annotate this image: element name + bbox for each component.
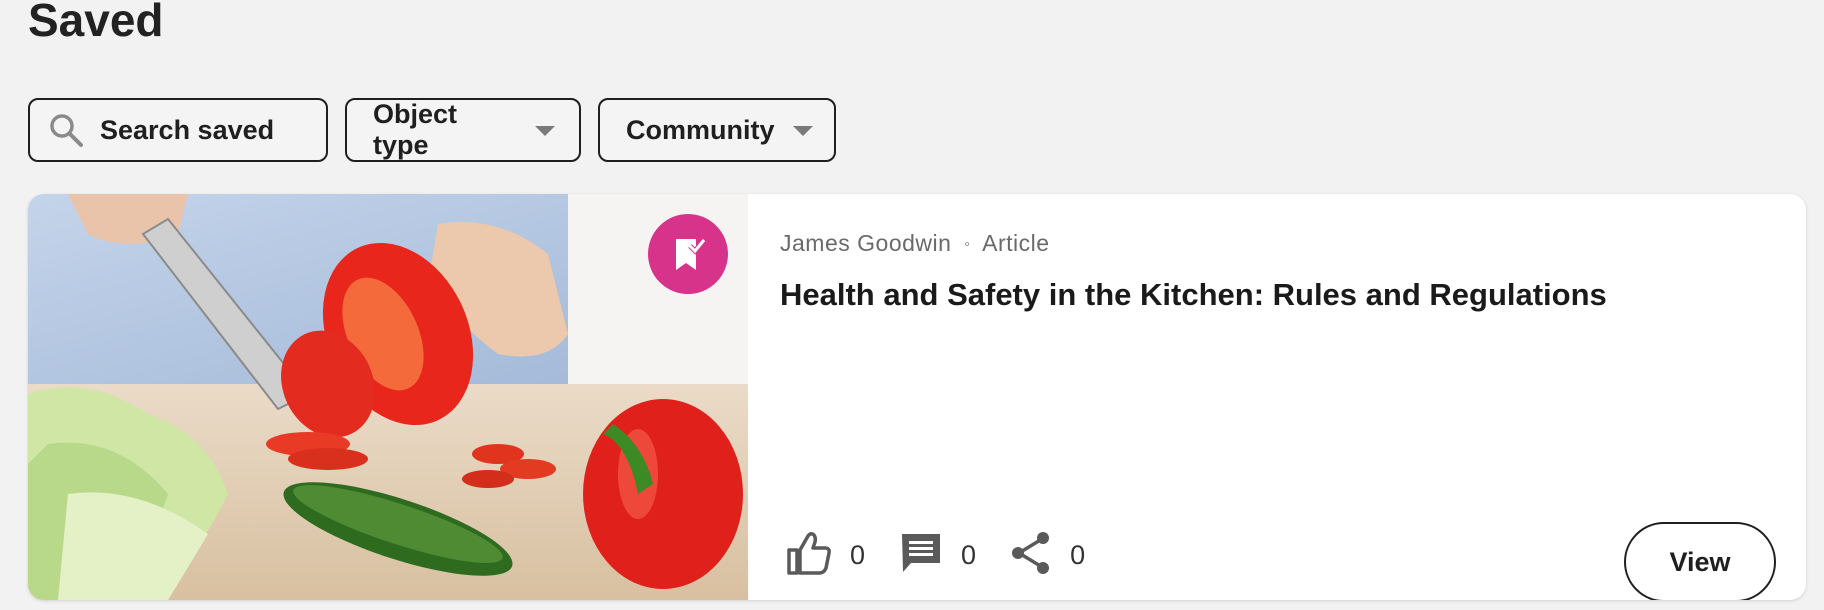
chevron-down-icon <box>535 126 555 136</box>
card-content: James Goodwin ◦ Article Health and Safet… <box>780 230 1776 600</box>
object-type-label: Object type <box>373 99 458 160</box>
card-actions: 0 0 0 <box>786 530 1119 581</box>
thumbs-up-icon <box>786 530 832 581</box>
share-count: 0 <box>1070 540 1086 570</box>
saved-item-card[interactable]: James Goodwin ◦ Article Health and Safet… <box>28 194 1806 600</box>
filter-bar: Search saved Object type Community <box>28 98 836 162</box>
share-button[interactable]: 0 <box>1010 531 1085 580</box>
search-icon <box>48 112 84 148</box>
saved-page: Saved Search saved Object type Community <box>0 0 1824 610</box>
meta-separator: ◦ <box>964 236 971 253</box>
content-type: Article <box>982 230 1050 256</box>
community-label: Community <box>626 114 775 145</box>
bookmark-check-icon[interactable] <box>648 214 728 294</box>
share-icon <box>1010 531 1052 580</box>
search-placeholder: Search saved <box>100 114 275 145</box>
chevron-down-icon <box>792 126 813 136</box>
object-type-dropdown[interactable]: Object type <box>345 98 581 162</box>
card-meta: James Goodwin ◦ Article <box>780 230 1776 257</box>
comment-button[interactable]: 0 <box>899 531 976 580</box>
search-input[interactable]: Search saved <box>28 98 328 162</box>
like-count: 0 <box>850 540 866 570</box>
article-title[interactable]: Health and Safety in the Kitchen: Rules … <box>780 277 1776 313</box>
view-button[interactable]: View <box>1624 522 1776 600</box>
author-name[interactable]: James Goodwin <box>780 230 951 256</box>
page-title: Saved <box>28 0 164 46</box>
article-thumbnail <box>28 194 748 600</box>
like-button[interactable]: 0 <box>786 530 865 581</box>
comment-icon <box>899 531 943 580</box>
comment-count: 0 <box>961 540 977 570</box>
community-dropdown[interactable]: Community <box>598 98 836 162</box>
